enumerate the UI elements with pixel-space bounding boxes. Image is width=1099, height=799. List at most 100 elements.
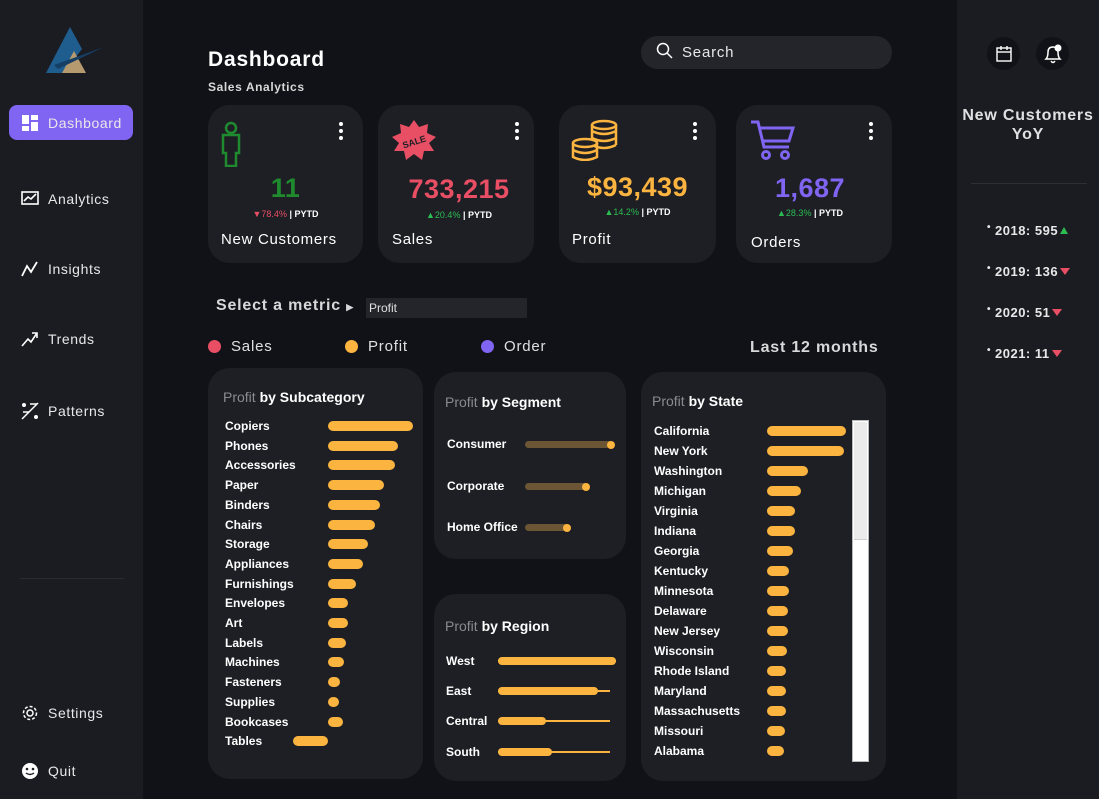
- sidebar-item-settings[interactable]: Settings: [9, 695, 133, 730]
- kpi-value: 1,687: [774, 173, 846, 203]
- kpi-card-new-customers: 11 ▼78.4% | PYTD New Customers: [208, 105, 363, 263]
- bar-label: Supplies: [225, 694, 276, 709]
- bar-label: Wisconsin: [654, 644, 714, 658]
- scrollbar-thumb[interactable]: [854, 422, 867, 540]
- bar-label: Consumer: [447, 437, 507, 451]
- chart-row: Supplies: [208, 694, 423, 710]
- chart-bar: [767, 726, 785, 736]
- chart-bar: [767, 746, 784, 756]
- kpi-menu-button[interactable]: [514, 122, 520, 140]
- bar-label: Maryland: [654, 684, 707, 698]
- calendar-button[interactable]: [987, 37, 1020, 70]
- chart-bar: [328, 716, 343, 727]
- period-label: Last 12 months: [750, 339, 879, 356]
- search-bar[interactable]: [641, 36, 892, 69]
- cart-icon: [751, 120, 796, 160]
- page-subtitle: Sales Analytics: [208, 80, 305, 94]
- chart-row: Delaware: [641, 603, 886, 619]
- bell-icon: [1043, 44, 1062, 63]
- sidebar-item-quit[interactable]: Quit: [9, 753, 133, 788]
- chart-row: California: [641, 423, 886, 439]
- up-arrow-icon: ▲: [426, 210, 435, 220]
- chart-bar: [328, 421, 413, 431]
- chart-bar: [328, 440, 398, 451]
- bar-label: Home Office: [447, 520, 518, 534]
- yoy-label: 2020: 51: [995, 305, 1051, 320]
- yoy-item: • 2021: 11: [987, 345, 1062, 361]
- metric-selector-label: Select a metric ▶: [216, 297, 354, 314]
- chart-row: Fasteners: [208, 674, 423, 690]
- search-input[interactable]: [682, 44, 882, 61]
- caret-right-icon: ▶: [346, 302, 354, 312]
- bar-label: South: [446, 744, 480, 759]
- person-icon: [221, 121, 241, 167]
- chart-row: Bookcases: [208, 714, 423, 730]
- yoy-title: New Customers YoY: [962, 107, 1094, 143]
- bar-label: Chairs: [225, 517, 263, 532]
- chart-row: Michigan: [641, 483, 886, 499]
- chart-bar: [328, 696, 339, 707]
- chart-bar: [767, 546, 793, 556]
- chart-bar: [767, 486, 801, 496]
- chart-bar: [767, 646, 787, 656]
- chart-row: Maryland: [641, 683, 886, 699]
- chart-bar: [328, 539, 368, 550]
- kpi-menu-button[interactable]: [868, 122, 874, 140]
- sidebar-item-insights[interactable]: Insights: [9, 251, 133, 286]
- kpi-value: 11: [270, 173, 301, 203]
- down-arrow-icon: [1060, 268, 1071, 275]
- chart-bar: [498, 687, 598, 696]
- up-arrow-icon: ▲: [777, 208, 786, 218]
- kpi-change: ▲28.3% | PYTD: [777, 208, 843, 218]
- chart-row: Massachusetts: [641, 703, 886, 719]
- bar-label: Binders: [225, 497, 270, 512]
- notifications-button[interactable]: [1036, 37, 1069, 70]
- chart-row: New York: [641, 443, 886, 459]
- chart-bar: [498, 657, 616, 665]
- bar-label: Tables: [225, 734, 263, 749]
- chart-bar: [767, 686, 786, 696]
- legend-label: Order: [504, 338, 547, 355]
- state-scrollbar[interactable]: [852, 420, 869, 762]
- right-panel: New Customers YoY • 2018: 595 • 2019: 136 • 2…: [957, 0, 1099, 799]
- legend-item-profit[interactable]: Profit: [345, 338, 408, 355]
- yoy-item: • 2020: 51: [987, 304, 1063, 320]
- legend-dot: [481, 340, 494, 353]
- sidebar-item-patterns[interactable]: Patterns: [9, 393, 133, 428]
- up-arrow-icon: [1060, 227, 1069, 234]
- sidebar-item-label: Analytics: [48, 190, 110, 207]
- chart-row: Copiers: [208, 418, 423, 434]
- chart-bar: [328, 460, 395, 471]
- trends-icon: [21, 330, 39, 348]
- chart-point: [607, 441, 615, 449]
- panel-region: Profit by Region West East Central South: [434, 594, 626, 781]
- sidebar-item-label: Dashboard: [48, 114, 122, 131]
- kpi-menu-button[interactable]: [692, 122, 698, 140]
- bar-label: Storage: [225, 537, 270, 552]
- chart-bar: [767, 706, 786, 716]
- chart-row: Alabama: [641, 743, 886, 759]
- down-arrow-icon: [1052, 309, 1063, 316]
- down-arrow-icon: [1051, 350, 1062, 357]
- legend-item-sales[interactable]: Sales: [208, 338, 273, 355]
- bar-label: Accessories: [225, 458, 296, 473]
- legend-item-order[interactable]: Order: [481, 338, 546, 355]
- analytics-icon: [21, 190, 39, 208]
- kpi-card-profit: $93,439 ▲14.2% | PYTD Profit: [559, 105, 716, 263]
- chart-row: Paper: [208, 477, 423, 493]
- kpi-menu-button[interactable]: [338, 122, 344, 140]
- sidebar-item-dashboard[interactable]: Dashboard: [9, 105, 133, 140]
- chart-row: Georgia: [641, 543, 886, 559]
- panel-subcategory: Profit by Subcategory Copiers Phones Acces…: [208, 368, 423, 779]
- sidebar: Dashboard Analytics Insights Trends Patt…: [0, 0, 143, 799]
- bar-label: New Jersey: [654, 624, 721, 638]
- panel-segment: Profit by Segment Consumer Corporate Home …: [434, 372, 626, 559]
- chart-row: Phones: [208, 438, 423, 454]
- sidebar-item-trends[interactable]: Trends: [9, 321, 133, 356]
- chart-row: Tables: [208, 733, 423, 749]
- sidebar-divider: [20, 578, 124, 579]
- chart-row: Art: [208, 615, 423, 631]
- bar-label: Delaware: [654, 604, 707, 618]
- sidebar-item-analytics[interactable]: Analytics: [9, 181, 133, 216]
- metric-dropdown[interactable]: Profit: [366, 298, 527, 318]
